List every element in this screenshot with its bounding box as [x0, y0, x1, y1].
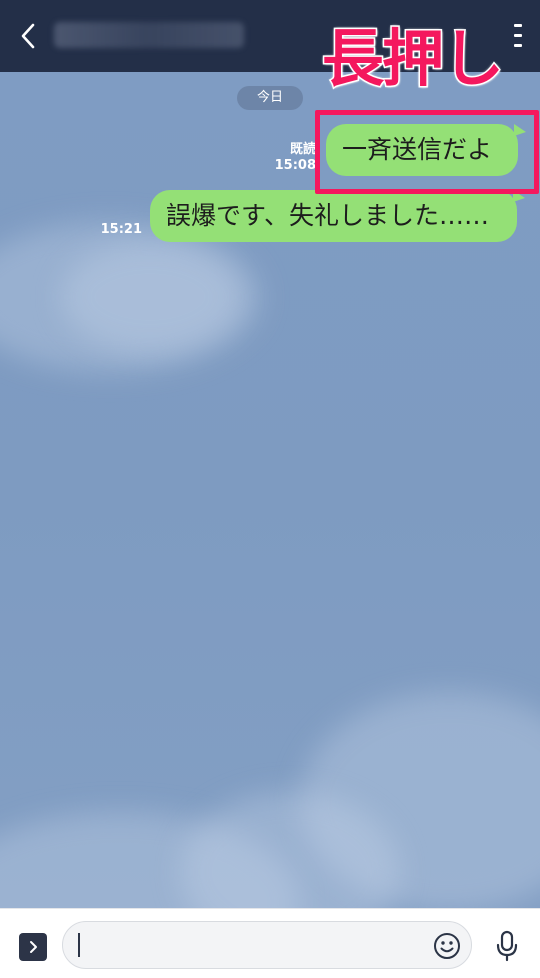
date-separator: 今日: [237, 86, 303, 110]
message-input[interactable]: [62, 921, 472, 969]
message-input-bar: [0, 908, 540, 978]
message-meta: 15:21: [96, 222, 142, 238]
emoji-button[interactable]: [432, 931, 462, 961]
smiley-icon: [434, 933, 460, 959]
microphone-icon: [496, 930, 518, 962]
chat-screen: 今日 既読 15:08 一斉送信だよ 15:21 誤爆です、失礼しました…… 長…: [0, 0, 540, 978]
message-text: 誤爆です、失礼しました……: [166, 201, 490, 230]
highlight-box: [315, 110, 539, 194]
message-meta: 既読 15:08: [262, 142, 316, 174]
contact-name-blurred: [54, 22, 244, 48]
message-list[interactable]: 今日 既読 15:08 一斉送信だよ 15:21 誤爆です、失礼しました……: [0, 72, 540, 908]
text-cursor: [78, 933, 80, 957]
background-cloud: [60, 242, 240, 352]
read-status: 既読: [289, 142, 316, 157]
long-press-annotation: 長押し: [321, 21, 506, 97]
voice-button[interactable]: [492, 929, 522, 963]
chevron-left-icon: [21, 23, 35, 49]
message-time: 15:21: [100, 222, 142, 237]
expand-button[interactable]: [19, 933, 47, 961]
message-time: 15:08: [274, 158, 316, 173]
message-bubble[interactable]: 誤爆です、失礼しました……: [150, 190, 517, 242]
back-button[interactable]: [10, 16, 46, 56]
chevron-right-icon: [30, 941, 37, 953]
